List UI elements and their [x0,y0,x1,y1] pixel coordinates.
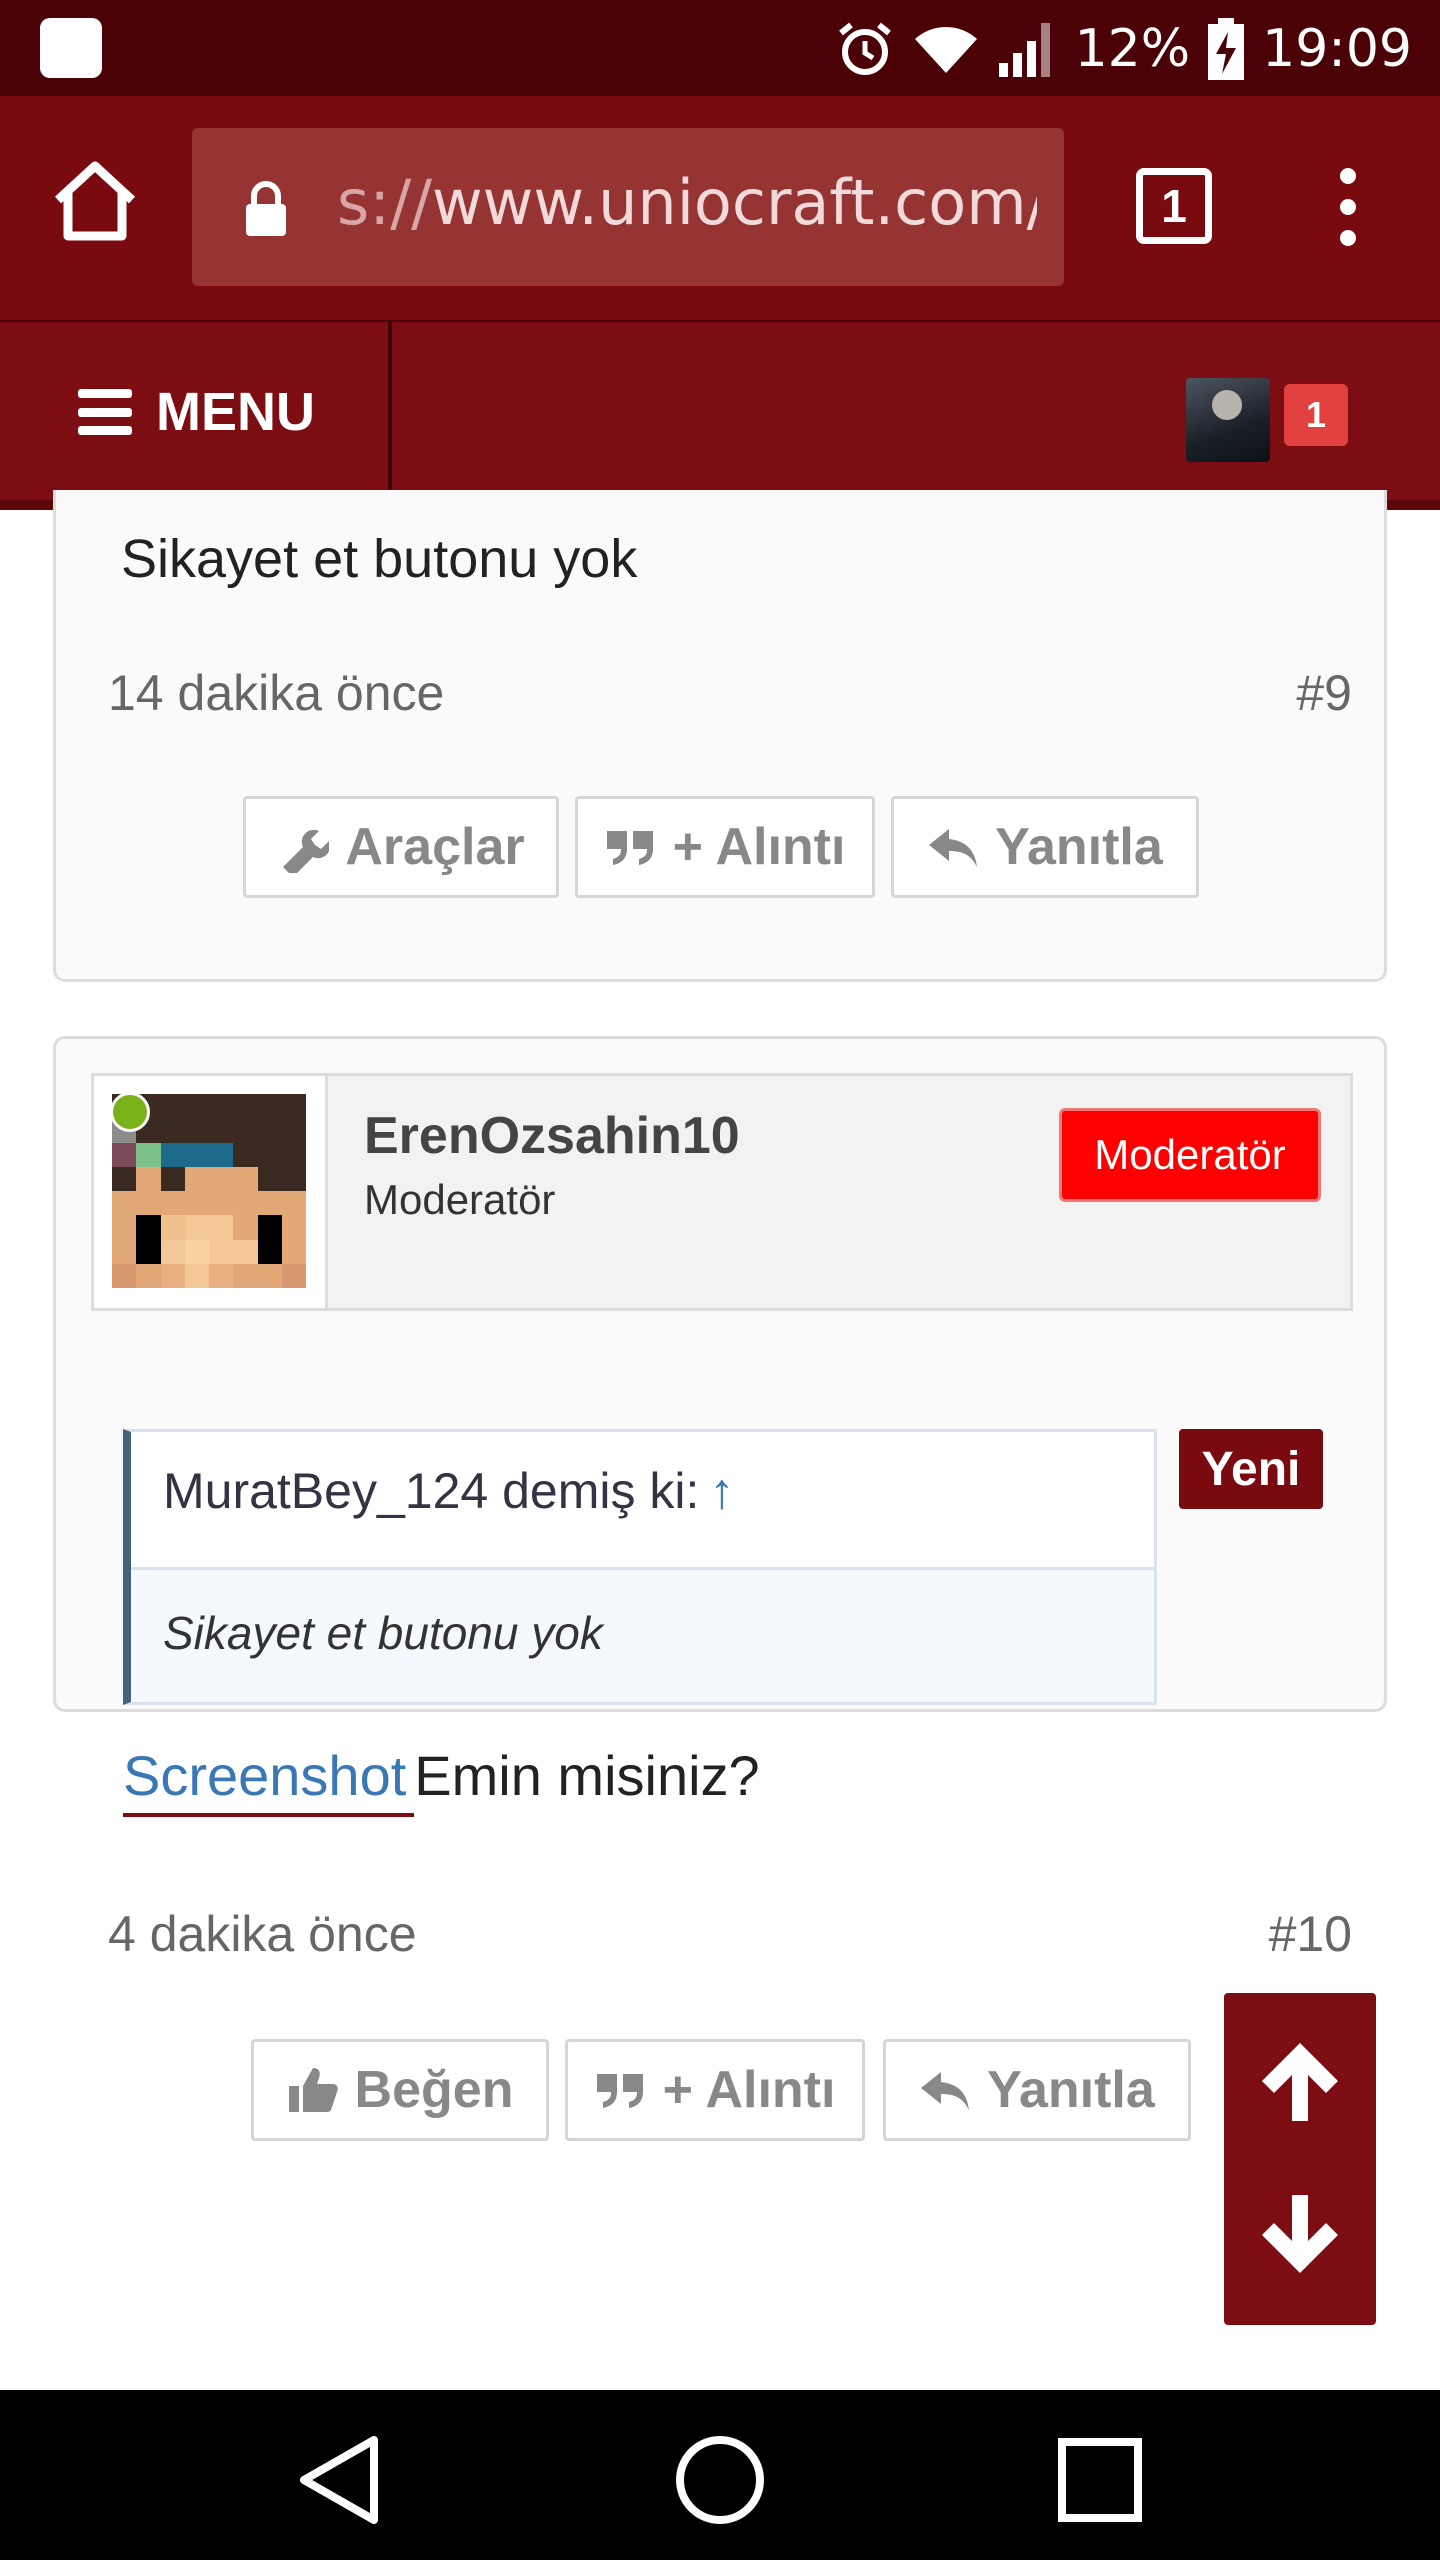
author-avatar[interactable] [94,1076,328,1308]
system-navigation-bar [0,2390,1440,2560]
quote-block: MuratBey_124 demiş ki: ↑ Sikayet et buton… [123,1429,1157,1705]
app-notification-icon [40,18,102,78]
home-nav-button[interactable] [670,2430,770,2530]
alarm-icon [838,22,891,75]
quote-icon [596,2074,643,2108]
reply-icon [921,2072,970,2110]
battery-percent: 12% [1074,19,1191,79]
arrow-up-icon [1262,2043,1338,2121]
address-bar[interactable]: s://www.uniocraft.com/k [192,128,1064,286]
reply-label: Yanıtla [995,818,1163,876]
jump-to-quoted-post-link[interactable]: ↑ [709,1463,734,1519]
author-title: Moderatör [364,1176,556,1223]
reply-button[interactable]: Yanıtla [883,2039,1191,2141]
browser-toolbar: s://www.uniocraft.com/k 1 [0,96,1440,320]
scroll-down-button[interactable] [1224,2159,1376,2325]
scroll-up-button[interactable] [1224,1993,1376,2159]
quote-button[interactable]: + Alıntı [575,796,875,898]
recents-square-icon [1058,2438,1142,2522]
wifi-icon [914,26,977,73]
reply-label: Yanıtla [987,2061,1155,2119]
home-button[interactable] [50,156,140,246]
like-label: Beğen [354,2061,514,2119]
like-button[interactable]: Beğen [251,2039,549,2141]
back-triangle-icon [300,2436,378,2524]
new-post-badge: Yeni [1179,1429,1323,1509]
quote-label: + Alıntı [672,818,846,876]
thumbs-up-icon [288,2068,338,2112]
user-avatar[interactable] [1186,378,1270,462]
thread-content: Sikayet et butonu yok 14 dakika önce #9 … [0,490,1440,2390]
overflow-menu-button[interactable] [1320,162,1376,252]
notification-badge[interactable]: 1 [1284,384,1348,446]
reply-button[interactable]: Yanıtla [891,796,1199,898]
tools-button[interactable]: Araçlar [243,796,559,898]
tools-label: Araçlar [345,818,525,876]
status-bar: 12% 19:09 [0,0,1440,96]
menu-button[interactable]: MENU [0,322,392,502]
quote-author: MuratBey_124 demiş ki: [163,1463,700,1519]
author-card: ErenOzsahin10 Moderatör Moderatör [91,1073,1353,1311]
battery-charging-icon [1208,18,1245,80]
lock-icon [246,181,286,236]
post-message: Sikayet et butonu yok [121,529,638,589]
site-navbar: MENU 1 [0,320,1440,510]
screenshot-link[interactable]: Screenshot [123,1744,415,1817]
recents-button[interactable] [1050,2430,1150,2530]
post-time[interactable]: 4 dakika önce [108,1905,417,1963]
tab-switcher-button[interactable]: 1 [1136,168,1212,244]
post-message: Screenshot Emin misiniz? [123,1743,760,1817]
reply-icon [929,829,978,867]
quote-header: MuratBey_124 demiş ki: ↑ [131,1432,1154,1570]
moderator-badge: Moderatör [1059,1108,1321,1202]
quote-icon [606,831,653,865]
home-circle-icon [676,2436,764,2524]
hamburger-icon [78,389,132,435]
arrow-down-icon [1262,2195,1338,2273]
menu-label: MENU [156,382,315,442]
author-name[interactable]: ErenOzsahin10 [364,1106,740,1166]
scroll-controls [1224,1993,1376,2325]
quote-label: + Alıntı [662,2061,836,2119]
post-permalink[interactable]: #9 [1296,664,1352,722]
url-text: s://www.uniocraft.com/k [337,166,1037,239]
clock: 19:09 [1262,19,1412,79]
post-10: ErenOzsahin10 Moderatör Moderatör MuratB… [53,1036,1387,2141]
wrench-icon [283,829,330,873]
signal-icon [998,23,1050,77]
post-message-text: Emin misiniz? [414,1744,760,1807]
post-permalink[interactable]: #10 [1269,1905,1352,1963]
post-time[interactable]: 14 dakika önce [108,664,444,722]
home-icon [54,161,136,241]
more-vert-icon [1340,168,1356,246]
back-button[interactable] [290,2430,390,2530]
online-indicator [110,1092,150,1132]
quote-button[interactable]: + Alıntı [565,2039,865,2141]
post-9: Sikayet et butonu yok 14 dakika önce #9 … [53,490,1387,982]
quote-text: Sikayet et butonu yok [131,1570,1154,1702]
status-icons: 12% 19:09 [835,14,1412,84]
